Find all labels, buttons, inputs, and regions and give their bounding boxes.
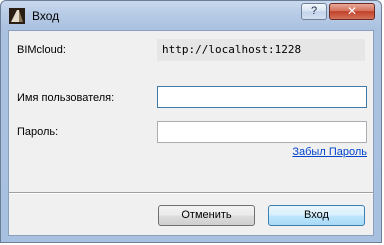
forgot-password-link[interactable]: Забыл Пароль bbox=[292, 146, 367, 158]
close-icon: ✕ bbox=[346, 4, 358, 18]
username-label: Имя пользователя: bbox=[17, 92, 115, 104]
title-bar[interactable]: Вход ? ✕ bbox=[1, 1, 381, 30]
cancel-button[interactable]: Отменить bbox=[158, 205, 255, 226]
window-title: Вход bbox=[32, 9, 60, 23]
dialog-content: BIMcloud: http://localhost:1228 Имя поль… bbox=[8, 30, 374, 236]
password-input[interactable] bbox=[157, 121, 367, 143]
login-button[interactable]: Вход bbox=[268, 205, 365, 226]
app-icon bbox=[9, 8, 25, 24]
server-label: BIMcloud: bbox=[17, 44, 66, 56]
server-address-field: http://localhost:1228 bbox=[157, 39, 365, 61]
help-button[interactable]: ? bbox=[301, 3, 327, 20]
login-dialog: Вход ? ✕ BIMcloud: http://localhost:1228… bbox=[0, 0, 382, 243]
username-input[interactable] bbox=[157, 86, 367, 108]
close-button[interactable]: ✕ bbox=[329, 3, 375, 20]
help-icon: ? bbox=[310, 5, 318, 17]
divider bbox=[9, 192, 373, 194]
password-label: Пароль: bbox=[17, 126, 59, 138]
